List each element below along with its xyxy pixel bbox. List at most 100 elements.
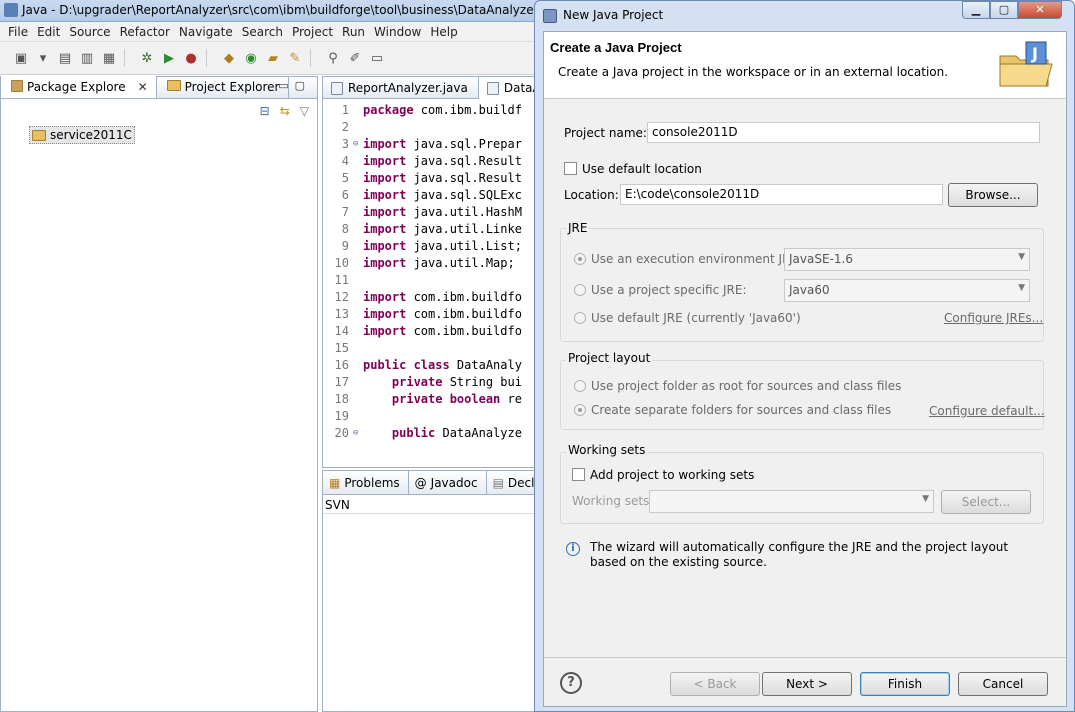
- fold-marker-icon[interactable]: [353, 374, 363, 391]
- menu-run[interactable]: Run: [338, 22, 370, 41]
- menu-help[interactable]: Help: [426, 22, 462, 41]
- save-icon[interactable]: ▤: [54, 47, 76, 69]
- finish-button[interactable]: Finish: [860, 672, 950, 696]
- browse-button[interactable]: Browse...: [948, 183, 1038, 207]
- new-icon[interactable]: ▣: [10, 47, 32, 69]
- layout-root-radio-row[interactable]: Use project folder as root for sources a…: [574, 379, 901, 393]
- layout-root-radio[interactable]: [574, 380, 586, 392]
- fold-marker-icon[interactable]: [353, 238, 363, 255]
- fold-marker-icon[interactable]: [353, 153, 363, 170]
- dropdown-icon[interactable]: ▾: [32, 47, 54, 69]
- close-button[interactable]: ✕: [1018, 1, 1062, 19]
- configure-jres-link[interactable]: Configure JREs...: [944, 311, 1043, 325]
- open-type-icon[interactable]: ▰: [262, 47, 284, 69]
- menu-project[interactable]: Project: [288, 22, 338, 41]
- collapse-all-icon[interactable]: ⊟: [260, 104, 270, 118]
- location-input[interactable]: E:\code\console2011D: [620, 184, 943, 205]
- use-default-location-checkbox[interactable]: [564, 162, 577, 175]
- fold-marker-icon[interactable]: [353, 323, 363, 340]
- fold-marker-icon[interactable]: [353, 340, 363, 357]
- location-label: Location:: [564, 188, 619, 202]
- code-text: java.util.Map;: [406, 256, 515, 270]
- working-sets-select[interactable]: ▼: [649, 490, 934, 513]
- project-folder-icon: [32, 129, 46, 141]
- new-package-icon[interactable]: ◆: [218, 47, 240, 69]
- line-number: 3: [341, 137, 349, 151]
- fold-marker-icon[interactable]: [353, 408, 363, 425]
- code-keyword: import: [363, 222, 407, 236]
- search-icon[interactable]: ✎: [284, 47, 306, 69]
- annotation-icon[interactable]: ⚲: [322, 47, 344, 69]
- toggle-icon[interactable]: ▭: [366, 47, 388, 69]
- default-jre-radio[interactable]: [574, 312, 586, 324]
- menu-navigate[interactable]: Navigate: [175, 22, 238, 41]
- fold-marker-icon[interactable]: [353, 357, 363, 374]
- fold-marker-icon[interactable]: [353, 170, 363, 187]
- view-menu-icon[interactable]: ▽: [300, 104, 309, 118]
- select-button[interactable]: Select...: [941, 490, 1031, 514]
- exec-env-select[interactable]: JavaSE-1.6 ▼: [784, 248, 1030, 271]
- layout-separate-radio-row[interactable]: Create separate folders for sources and …: [574, 403, 891, 417]
- use-default-location-row[interactable]: Use default location: [564, 162, 702, 176]
- menu-refactor[interactable]: Refactor: [116, 22, 175, 41]
- tab-project-explorer[interactable]: Project Explorer: [157, 76, 289, 98]
- next-button[interactable]: Next >: [762, 672, 852, 696]
- menu-source[interactable]: Source: [65, 22, 115, 41]
- fold-marker-icon[interactable]: [353, 272, 363, 289]
- fold-marker-icon[interactable]: [353, 391, 363, 408]
- fold-marker-icon[interactable]: [353, 289, 363, 306]
- menu-edit[interactable]: Edit: [33, 22, 65, 41]
- tree-item-project[interactable]: service2011C: [29, 126, 135, 144]
- minimize-button[interactable]: ▁: [962, 1, 990, 19]
- external-tools-icon[interactable]: ●: [180, 47, 202, 69]
- edit-icon[interactable]: ✐: [344, 47, 366, 69]
- fold-marker-icon[interactable]: [353, 102, 363, 119]
- configure-default-link[interactable]: Configure default...: [929, 404, 1045, 418]
- fold-marker-icon[interactable]: [353, 306, 363, 323]
- save-all-icon[interactable]: ▥: [76, 47, 98, 69]
- info-icon: i: [566, 542, 580, 556]
- maximize-icon[interactable]: ▢: [295, 79, 311, 92]
- code-keyword: import: [363, 205, 407, 219]
- debug-icon[interactable]: ✲: [136, 47, 158, 69]
- menu-file[interactable]: File: [4, 22, 33, 41]
- code-area[interactable]: 1 package com.ibm.buildf 2 3 ⊖ import java.sq…: [323, 99, 551, 442]
- layout-separate-radio[interactable]: [574, 404, 586, 416]
- exec-env-radio[interactable]: [574, 253, 586, 265]
- tab-reportanalyzer[interactable]: ReportAnalyzer.java: [323, 77, 479, 99]
- exec-env-label: Use an execution environment JRE:: [591, 252, 803, 266]
- code-keyword: import: [363, 154, 407, 168]
- project-name-input[interactable]: console2011D: [647, 122, 1040, 143]
- run-icon[interactable]: ▶: [158, 47, 180, 69]
- add-working-sets-row[interactable]: Add project to working sets: [572, 468, 754, 482]
- fold-marker-icon[interactable]: [353, 204, 363, 221]
- fold-marker-icon[interactable]: [353, 255, 363, 272]
- maximize-button[interactable]: ▢: [990, 1, 1018, 19]
- fold-marker-icon[interactable]: ⊖: [353, 136, 363, 153]
- add-working-sets-checkbox[interactable]: [572, 468, 585, 481]
- cancel-button[interactable]: Cancel: [958, 672, 1048, 696]
- close-icon[interactable]: ✕: [138, 80, 148, 94]
- link-editor-icon[interactable]: ⇆: [280, 104, 290, 118]
- fold-marker-icon[interactable]: ⊖: [353, 425, 363, 442]
- eclipse-icon: [4, 3, 18, 17]
- project-jre-radio[interactable]: [574, 284, 586, 296]
- back-button[interactable]: < Back: [670, 672, 760, 696]
- project-jre-select[interactable]: Java60 ▼: [784, 279, 1030, 302]
- menu-search[interactable]: Search: [238, 22, 288, 41]
- fold-marker-icon[interactable]: [353, 221, 363, 238]
- menu-window[interactable]: Window: [370, 22, 426, 41]
- print-icon[interactable]: ▦: [98, 47, 120, 69]
- tab-package-explorer[interactable]: Package Explore ✕: [1, 76, 157, 98]
- tab-problems[interactable]: ▦ Problems: [323, 471, 409, 495]
- minimize-icon[interactable]: ▭: [278, 79, 294, 92]
- help-icon[interactable]: ?: [560, 672, 582, 694]
- tab-javadoc[interactable]: @ Javadoc: [409, 471, 487, 495]
- fold-marker-icon[interactable]: [353, 187, 363, 204]
- project-jre-radio-row[interactable]: Use a project specific JRE:: [574, 283, 747, 297]
- new-class-icon[interactable]: ◉: [240, 47, 262, 69]
- default-jre-radio-row[interactable]: Use default JRE (currently 'Java60'): [574, 311, 801, 325]
- fold-marker-icon[interactable]: [353, 119, 363, 136]
- chevron-down-icon: ▼: [922, 494, 929, 504]
- exec-env-radio-row[interactable]: Use an execution environment JRE:: [574, 252, 802, 266]
